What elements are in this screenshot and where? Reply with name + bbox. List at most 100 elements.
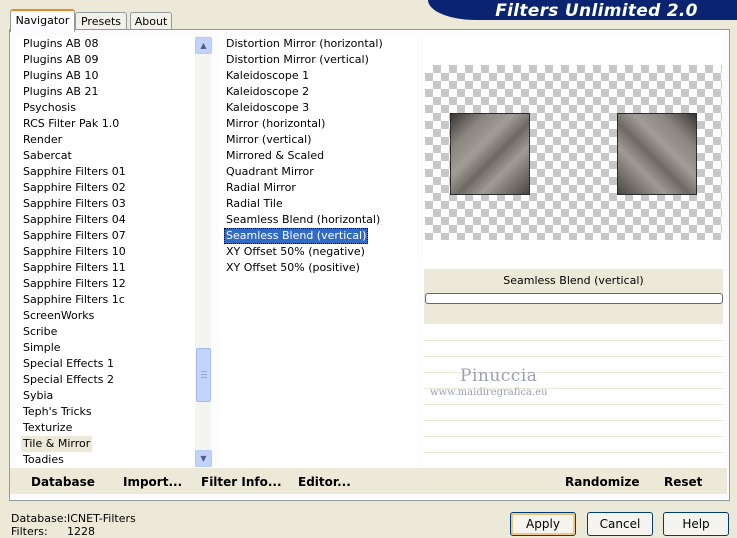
filter-item-label: Mirror (vertical) [226, 133, 312, 146]
category-item[interactable]: Tile & Mirror [16, 436, 195, 452]
filter-item-label: Distortion Mirror (vertical) [226, 53, 369, 66]
category-item-label: Texturize [23, 421, 73, 434]
category-item-label: Plugins AB 08 [23, 37, 99, 50]
category-item[interactable]: Toadies [16, 452, 195, 467]
category-item-label: Teph's Tricks [23, 405, 92, 418]
category-item[interactable]: Render [16, 132, 195, 148]
filter-item-label: Radial Tile [226, 197, 283, 210]
filter-item[interactable]: Seamless Blend (horizontal) [219, 212, 417, 228]
category-list[interactable]: Plugins AB 08 Plugins AB 09 Plugins AB 10 P… [16, 36, 195, 467]
category-item[interactable]: Sapphire Filters 03 [16, 196, 195, 212]
filter-item-label: XY Offset 50% (positive) [226, 261, 360, 274]
category-item[interactable]: Sapphire Filters 1c [16, 292, 195, 308]
filter-item[interactable]: Mirror (vertical) [219, 132, 417, 148]
parameter-row [424, 421, 723, 437]
reset-button[interactable]: Reset [664, 475, 702, 489]
category-item[interactable]: Special Effects 2 [16, 372, 195, 388]
filter-item-label: Seamless Blend (vertical) [224, 228, 369, 244]
apply-button[interactable]: Apply [510, 512, 576, 536]
filter-item-label: Kaleidoscope 2 [226, 85, 310, 98]
category-item[interactable]: Sapphire Filters 07 [16, 228, 195, 244]
filter-item[interactable]: Radial Mirror [219, 180, 417, 196]
category-item-label: Sapphire Filters 04 [23, 213, 126, 226]
filter-item-label: Quadrant Mirror [226, 165, 314, 178]
database-value: ICNET-Filters [67, 512, 136, 525]
category-item[interactable]: Sapphire Filters 12 [16, 276, 195, 292]
tab-navigator[interactable]: Navigator [10, 9, 75, 32]
category-item-label: Scribe [23, 325, 58, 338]
parameter-row [424, 437, 723, 453]
filter-item[interactable]: Radial Tile [219, 196, 417, 212]
filter-item[interactable]: Distortion Mirror (vertical) [219, 52, 417, 68]
scroll-thumb[interactable] [196, 348, 211, 402]
filter-item[interactable]: Seamless Blend (vertical) [219, 228, 417, 244]
category-item[interactable]: Simple [16, 340, 195, 356]
category-item[interactable]: Scribe [16, 324, 195, 340]
category-item[interactable]: Sapphire Filters 11 [16, 260, 195, 276]
preview-tile-right [617, 113, 697, 195]
editor-button[interactable]: Editor... [298, 475, 351, 489]
category-item[interactable]: Sapphire Filters 01 [16, 164, 195, 180]
category-item[interactable]: Teph's Tricks [16, 404, 195, 420]
filter-item[interactable]: Kaleidoscope 2 [219, 84, 417, 100]
category-item[interactable]: Plugins AB 09 [16, 52, 195, 68]
category-item[interactable]: Sapphire Filters 04 [16, 212, 195, 228]
filter-item-label: XY Offset 50% (negative) [226, 245, 365, 258]
filter-item[interactable]: XY Offset 50% (negative) [219, 244, 417, 260]
category-item[interactable]: Plugins AB 21 [16, 84, 195, 100]
parameter-row [424, 405, 723, 421]
filter-item-label: Mirror (horizontal) [226, 117, 326, 130]
category-item-label: RCS Filter Pak 1.0 [23, 117, 120, 130]
tab-about[interactable]: About [130, 12, 172, 30]
filter-item[interactable]: Mirrored & Scaled [219, 148, 417, 164]
filter-list[interactable]: Distortion Mirror (horizontal) Distortion… [219, 36, 417, 467]
tab-presets[interactable]: Presets [75, 12, 127, 30]
category-scrollbar[interactable]: ▲ ▼ [195, 36, 212, 467]
filter-item[interactable]: Kaleidoscope 3 [219, 100, 417, 116]
filter-item[interactable]: Kaleidoscope 1 [219, 68, 417, 84]
category-item[interactable]: Sabercat [16, 148, 195, 164]
filter-item[interactable]: Distortion Mirror (horizontal) [219, 36, 417, 52]
category-item[interactable]: Sybia [16, 388, 195, 404]
parameter-row [424, 453, 723, 469]
scroll-up-button[interactable]: ▲ [195, 37, 212, 54]
filter-item[interactable]: XY Offset 50% (positive) [219, 260, 417, 276]
category-item-label: Sapphire Filters 11 [23, 261, 126, 274]
category-item[interactable]: Plugins AB 10 [16, 68, 195, 84]
cancel-button[interactable]: Cancel [587, 512, 653, 536]
database-label: Database: [11, 512, 68, 525]
category-item[interactable]: Special Effects 1 [16, 356, 195, 372]
category-item-label: Special Effects 2 [23, 373, 115, 386]
scroll-down-button[interactable]: ▼ [195, 450, 212, 467]
category-item-label: Psychosis [23, 101, 76, 114]
category-item[interactable]: Sapphire Filters 10 [16, 244, 195, 260]
category-item-label: Sabercat [23, 149, 72, 162]
category-item[interactable]: Psychosis [16, 100, 195, 116]
current-filter-name: Seamless Blend (vertical) [503, 274, 644, 287]
chevron-down-icon: ▼ [200, 454, 207, 463]
category-item-label: Plugins AB 21 [23, 85, 99, 98]
filters-count: 1228 [67, 525, 95, 538]
category-item[interactable]: Sapphire Filters 02 [16, 180, 195, 196]
filter-item[interactable]: Quadrant Mirror [219, 164, 417, 180]
filter-item-label: Mirrored & Scaled [226, 149, 325, 162]
randomize-button[interactable]: Randomize [565, 475, 639, 489]
filter-item-label: Distortion Mirror (horizontal) [226, 37, 383, 50]
help-button[interactable]: Help [663, 512, 729, 536]
database-button[interactable]: Database [31, 475, 95, 489]
category-item[interactable]: ScreenWorks [16, 308, 195, 324]
category-item[interactable]: RCS Filter Pak 1.0 [16, 116, 195, 132]
category-item-label: Sapphire Filters 12 [23, 277, 126, 290]
category-item[interactable]: Texturize [16, 420, 195, 436]
category-item-label: Render [23, 133, 63, 146]
filter-info-button[interactable]: Filter Info... [201, 475, 282, 489]
progress-bar [425, 293, 723, 304]
filter-item-label: Radial Mirror [226, 181, 296, 194]
category-item-label: Special Effects 1 [23, 357, 115, 370]
parameter-row [424, 341, 723, 357]
category-item-label: Plugins AB 09 [23, 53, 99, 66]
import-button[interactable]: Import... [123, 475, 182, 489]
filter-item[interactable]: Mirror (horizontal) [219, 116, 417, 132]
chevron-up-icon: ▲ [200, 41, 207, 50]
category-item[interactable]: Plugins AB 08 [16, 36, 195, 52]
